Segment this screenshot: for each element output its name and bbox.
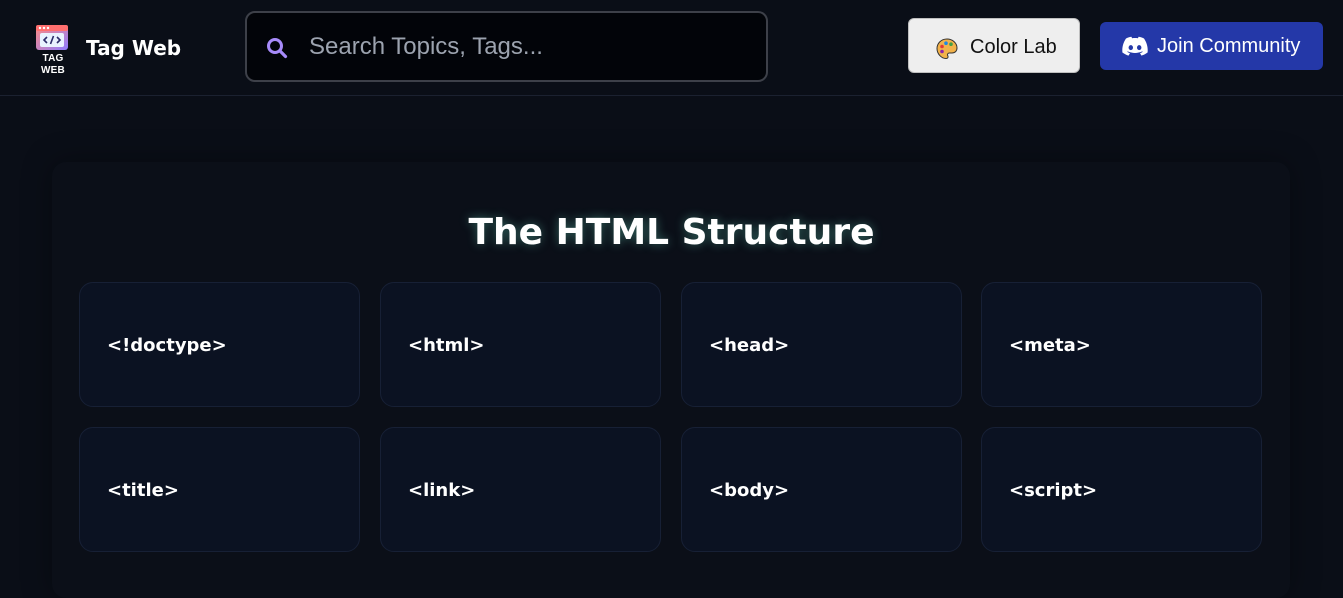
search-input[interactable] [309, 29, 749, 65]
tag-card-label: <title> [107, 480, 179, 501]
search-bar[interactable] [245, 11, 768, 82]
logo-text: TAG WEB [41, 53, 65, 76]
tag-card-head[interactable]: <head> [681, 282, 962, 407]
page-title: The HTML Structure [468, 212, 875, 253]
join-community-label: Join Community [1157, 35, 1301, 57]
tag-card-script[interactable]: <script> [981, 427, 1262, 552]
tag-card-meta[interactable]: <meta> [981, 282, 1262, 407]
join-community-button[interactable]: Join Community [1100, 22, 1323, 70]
brand-name[interactable]: Tag Web [86, 36, 181, 60]
palette-icon [936, 38, 958, 60]
tag-card-title[interactable]: <title> [79, 427, 360, 552]
tag-card-html[interactable]: <html> [380, 282, 661, 407]
discord-icon [1122, 36, 1148, 56]
color-lab-label: Color Lab [970, 36, 1057, 58]
tag-card-label: <html> [408, 335, 485, 356]
site-logo[interactable]: TAG WEB [30, 24, 76, 76]
top-navbar: TAG WEB Tag Web Color Lab Join Community [0, 0, 1343, 96]
tag-card-label: <body> [709, 480, 790, 501]
tag-card-label: <link> [408, 480, 476, 501]
tag-card-body[interactable]: <body> [681, 427, 962, 552]
color-lab-button[interactable]: Color Lab [908, 18, 1080, 73]
tag-card-doctype[interactable]: <!doctype> [79, 282, 360, 407]
tag-card-label: <!doctype> [107, 335, 227, 356]
tag-card-label: <script> [1009, 480, 1098, 501]
code-window-icon [36, 25, 68, 50]
tag-card-label: <meta> [1009, 335, 1091, 356]
tag-card-label: <head> [709, 335, 790, 356]
tag-card-link[interactable]: <link> [380, 427, 661, 552]
search-icon [267, 38, 288, 59]
